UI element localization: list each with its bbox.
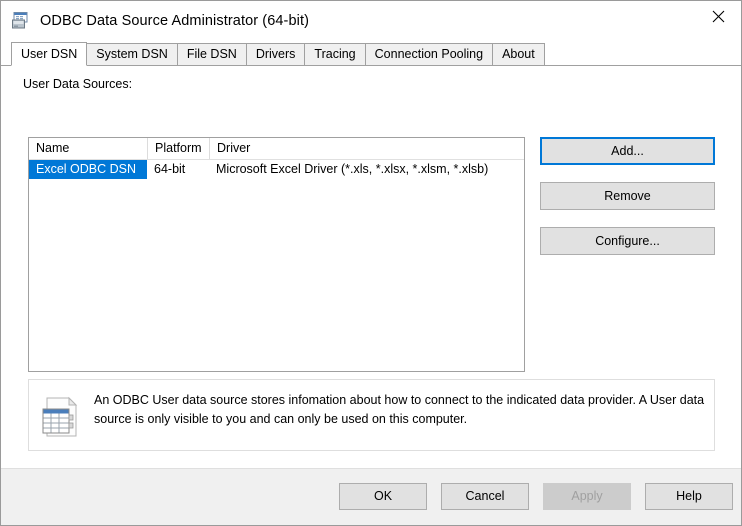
tab-strip: User DSN System DSN File DSN Drivers Tra… [1, 41, 741, 65]
remove-button[interactable]: Remove [540, 182, 715, 210]
tab-user-dsn[interactable]: User DSN [11, 42, 87, 66]
tab-connection-pooling[interactable]: Connection Pooling [365, 43, 493, 65]
tab-file-dsn[interactable]: File DSN [177, 43, 247, 65]
odbc-data-source-icon [11, 11, 31, 31]
configure-button[interactable]: Configure... [540, 227, 715, 255]
user-dsn-tab-page: User Data Sources: Name Platform Driver … [1, 65, 741, 468]
info-panel-text: An ODBC User data source stores infomati… [94, 391, 706, 429]
listview-body: Excel ODBC DSN 64-bit Microsoft Excel Dr… [29, 160, 524, 179]
ok-button[interactable]: OK [339, 483, 427, 510]
close-icon[interactable] [695, 1, 741, 32]
column-header-name[interactable]: Name [29, 138, 147, 159]
data-sources-listview[interactable]: Name Platform Driver Excel ODBC DSN 64-b… [28, 137, 525, 372]
column-header-driver[interactable]: Driver [209, 138, 524, 159]
info-panel: An ODBC User data source stores infomati… [28, 379, 715, 451]
cancel-button[interactable]: Cancel [441, 483, 529, 510]
tab-tracing[interactable]: Tracing [304, 43, 365, 65]
add-button[interactable]: Add... [540, 137, 715, 165]
odbc-administrator-window: ODBC Data Source Administrator (64-bit) … [0, 0, 742, 526]
user-data-sources-label: User Data Sources: [23, 77, 132, 91]
dialog-footer: OK Cancel Apply Help [1, 468, 741, 525]
cell-name: Excel ODBC DSN [29, 160, 147, 179]
cell-platform: 64-bit [147, 160, 209, 179]
listview-header: Name Platform Driver [29, 138, 524, 160]
spreadsheet-document-icon [39, 395, 81, 439]
column-header-platform[interactable]: Platform [147, 138, 209, 159]
tab-drivers[interactable]: Drivers [246, 43, 306, 65]
tab-system-dsn[interactable]: System DSN [86, 43, 178, 65]
title-bar: ODBC Data Source Administrator (64-bit) [1, 1, 741, 41]
window-title: ODBC Data Source Administrator (64-bit) [40, 13, 309, 29]
tab-about[interactable]: About [492, 43, 545, 65]
help-button[interactable]: Help [645, 483, 733, 510]
table-row[interactable]: Excel ODBC DSN 64-bit Microsoft Excel Dr… [29, 160, 524, 179]
cell-driver: Microsoft Excel Driver (*.xls, *.xlsx, *… [209, 160, 524, 179]
apply-button: Apply [543, 483, 631, 510]
